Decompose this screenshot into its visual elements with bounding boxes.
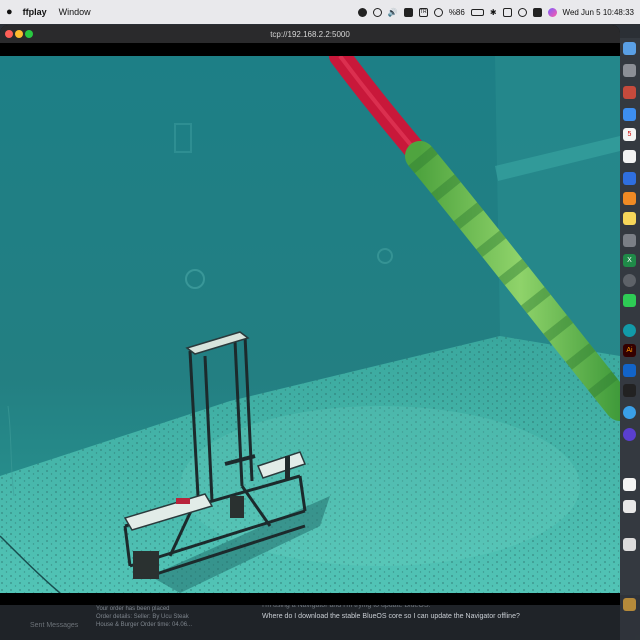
apple-menu-icon[interactable]: ● [6, 6, 13, 18]
record-icon[interactable] [357, 7, 367, 17]
vpn-icon[interactable] [372, 7, 382, 17]
qgroundcontrol-icon[interactable] [623, 428, 636, 441]
clock-status-icon[interactable] [433, 7, 443, 17]
downloads-icon[interactable] [623, 598, 636, 611]
finder-icon[interactable] [623, 42, 636, 55]
siri-icon[interactable] [547, 7, 557, 17]
books-icon[interactable] [623, 192, 636, 205]
app-status-icon[interactable] [403, 7, 413, 17]
video-window[interactable]: tcp://192.168.2.2:5000 [0, 25, 620, 605]
stickies-icon[interactable] [623, 212, 636, 225]
window-title: tcp://192.168.2.2:5000 [270, 29, 350, 39]
window-titlebar[interactable]: tcp://192.168.2.2:5000 [0, 25, 620, 43]
status-items: 🔊 TR %86 ✱ Wed Jun 5 10:48:33 [357, 7, 634, 17]
cursor-icon[interactable] [623, 406, 636, 419]
chrome-icon[interactable] [623, 274, 636, 287]
order-line: House & Burger Order time: 04.06... [96, 622, 193, 628]
clock[interactable]: Wed Jun 5 10:48:33 [563, 8, 634, 17]
textedit-icon[interactable] [623, 478, 636, 491]
robot-weight [230, 496, 244, 518]
wifi-icon[interactable] [502, 7, 512, 17]
control-center-icon[interactable] [532, 7, 542, 17]
automator-icon[interactable] [623, 234, 636, 247]
order-notifications: Sent Messages Your order has been placed… [20, 605, 250, 640]
volume-icon[interactable]: 🔊 [388, 8, 398, 17]
excel-icon[interactable]: X [623, 254, 636, 267]
order-line: Order details: Seller: By Ucu Steak [96, 614, 189, 620]
chat-line: Where do I download the stable BlueOS co… [262, 613, 520, 620]
app-menu[interactable]: ffplay [23, 7, 47, 17]
preview-icon[interactable] [623, 500, 636, 513]
bluetooth-icon[interactable]: ✱ [490, 8, 497, 17]
outlook-icon[interactable] [623, 364, 636, 377]
mail-icon[interactable] [623, 108, 636, 121]
notes-icon[interactable] [623, 150, 636, 163]
launchpad-icon[interactable] [623, 64, 636, 77]
input-source-label: TR [419, 8, 427, 15]
simulator-icon[interactable] [623, 172, 636, 185]
calendar-icon[interactable]: 5 [623, 128, 636, 141]
photos-icon[interactable] [623, 538, 636, 551]
dock: 5 X Ai [620, 38, 640, 640]
arduino-icon[interactable] [623, 324, 636, 337]
window-menu[interactable]: Window [59, 7, 91, 17]
close-button[interactable] [5, 30, 13, 38]
zoom-button[interactable] [25, 30, 33, 38]
search-icon[interactable] [517, 7, 527, 17]
numbers-icon[interactable] [623, 294, 636, 307]
sent-messages-label[interactable]: Sent Messages [30, 622, 78, 630]
battery-percent: %86 [448, 7, 465, 17]
video-frame[interactable] [0, 56, 620, 593]
menu-bar: ● ffplay Window 🔊 TR %86 ✱ Wed Jun 5 10:… [0, 0, 640, 24]
minimize-button[interactable] [15, 30, 23, 38]
robot-weight [133, 551, 159, 579]
robot-red-marker [176, 498, 190, 504]
order-line: Your order has been placed [96, 606, 170, 612]
input-source-icon[interactable]: TR [418, 7, 428, 17]
app-icon[interactable] [623, 86, 636, 99]
terminal-icon[interactable] [623, 384, 636, 397]
robot-antenna [285, 456, 290, 480]
battery-icon[interactable] [470, 8, 484, 16]
illustrator-icon[interactable]: Ai [623, 344, 636, 357]
